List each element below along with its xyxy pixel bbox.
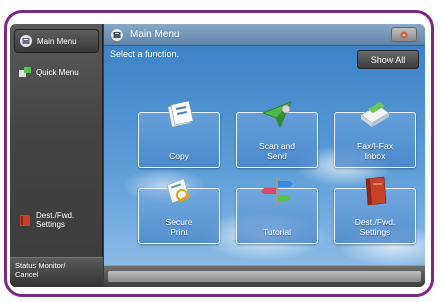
show-all-button[interactable]: Show All	[357, 50, 419, 69]
tutorial-tile[interactable]: Tutorial	[236, 177, 318, 244]
title-bar: Main Menu	[104, 24, 425, 46]
secure-print-tile[interactable]: Secure Print	[138, 178, 220, 244]
settings-corner-button[interactable]	[391, 27, 417, 42]
tile-label: Secure Print	[165, 217, 193, 237]
tile-label: Copy	[169, 151, 189, 161]
device-screen: Main Menu Quick Menu Dest./Fwd. Settings…	[10, 24, 425, 287]
tile-label: Fax/I-Fax Inbox	[357, 141, 393, 161]
secure-print-icon	[166, 178, 191, 204]
main-menu-button[interactable]: Main Menu	[14, 29, 99, 53]
function-area: Select a function. Show All Copy Scan an…	[104, 46, 425, 265]
tile-label: Tutorial	[262, 227, 292, 237]
copy-icon	[167, 100, 194, 128]
main-menu-label: Main Menu	[37, 36, 77, 46]
bottom-status-bar	[104, 265, 425, 287]
copy-tile[interactable]: Copy	[138, 100, 220, 168]
tutorial-icon	[261, 177, 293, 205]
gear-icon	[400, 31, 408, 38]
main-menu-title-icon	[111, 28, 123, 41]
tile-label: Scan and Send	[259, 141, 295, 161]
scan-send-icon	[261, 101, 292, 128]
main-area: Main Menu Select a function. Show All Co…	[104, 24, 425, 287]
tile-label: Dest./Fwd. Settings	[354, 217, 396, 237]
left-panel: Main Menu Quick Menu Dest./Fwd. Settings…	[10, 24, 103, 287]
dest-fwd-settings-button[interactable]: Dest./Fwd. Settings	[14, 207, 99, 233]
dest-fwd-icon	[365, 176, 387, 206]
quick-menu-button[interactable]: Quick Menu	[14, 60, 99, 84]
dest-fwd-settings-label: Dest./Fwd. Settings	[36, 211, 75, 229]
page-title: Main Menu	[130, 29, 180, 40]
instruction-text: Select a function.	[110, 49, 180, 59]
fax-inbox-tile[interactable]: Fax/I-Fax Inbox	[334, 102, 416, 168]
dest-fwd-icon	[20, 215, 30, 226]
main-menu-icon	[20, 35, 32, 47]
quick-menu-label: Quick Menu	[36, 67, 79, 77]
status-bar-track	[108, 271, 421, 282]
fax-inbox-icon	[360, 102, 390, 127]
dest-fwd-settings-tile[interactable]: Dest./Fwd. Settings	[334, 176, 416, 244]
quick-menu-icon	[19, 67, 31, 77]
scan-send-tile[interactable]: Scan and Send	[236, 101, 318, 168]
status-monitor-button[interactable]: Status Monitor/ Cancel	[10, 257, 103, 287]
